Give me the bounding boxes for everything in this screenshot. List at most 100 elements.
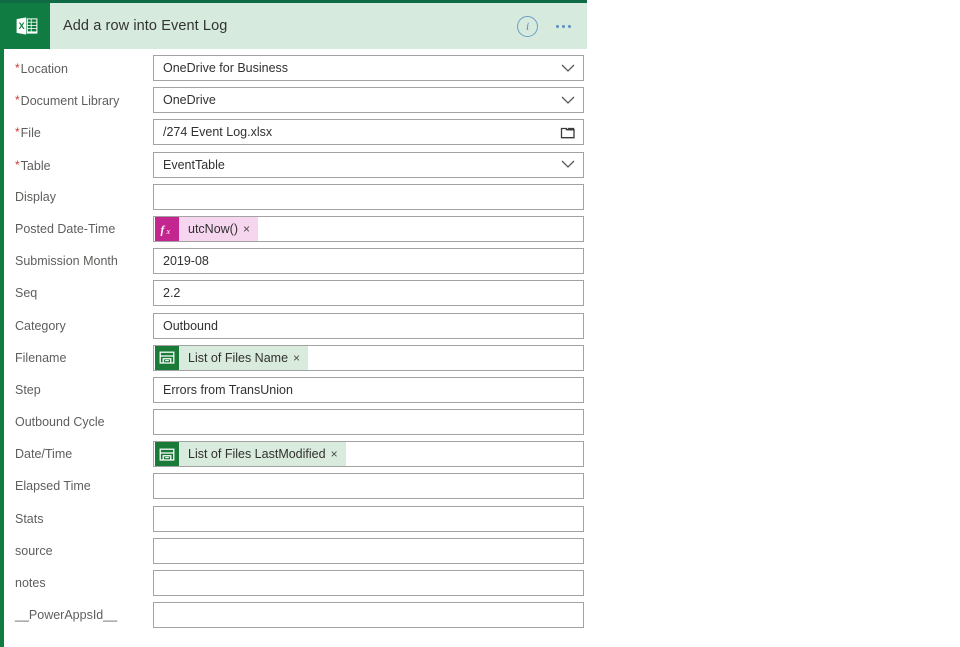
token-body: f x utcNow() ×	[155, 216, 259, 241]
field-label-text: Category	[15, 318, 66, 333]
svg-text:x: x	[166, 227, 171, 236]
token-filename[interactable]: List of Files Name ×	[155, 345, 309, 370]
form-row-powerappsid: __PowerAppsId__	[4, 602, 587, 634]
fx-icon: fx	[155, 216, 179, 241]
token-close-icon[interactable]: ×	[243, 217, 258, 241]
onedrive-file-icon	[155, 442, 179, 467]
field-label-text: source	[15, 543, 53, 558]
svg-text:f: f	[161, 224, 166, 236]
svg-text:X: X	[19, 21, 25, 31]
field-input-step[interactable]: Errors from TransUnion	[153, 376, 584, 403]
field-input-notes[interactable]	[153, 570, 584, 596]
field-input-powerappsid[interactable]	[153, 602, 584, 629]
field-label-location: *Location	[15, 55, 68, 81]
field-input-elapsed-time[interactable]	[153, 473, 584, 500]
field-input-source[interactable]	[153, 537, 584, 564]
form-row-stats: Stats	[4, 505, 587, 538]
info-icon[interactable]: i	[517, 15, 538, 37]
field-label-document-library: *Document Library	[15, 87, 119, 113]
folder-icon[interactable]	[553, 120, 583, 144]
field-label-text: Display	[15, 189, 56, 204]
field-label-step: Step	[15, 377, 41, 403]
token-label: List of Files Name	[188, 350, 289, 365]
required-asterisk: *	[15, 61, 20, 75]
field-label-category: Category	[15, 313, 66, 339]
token-date-time[interactable]: List of Files LastModified ×	[155, 442, 346, 467]
field-input-date-time[interactable]: List of Files LastModified ×	[153, 441, 584, 468]
field-input-document-library[interactable]: OneDrive	[153, 87, 584, 114]
token-body: List of Files LastModified ×	[155, 442, 346, 467]
field-label-text: notes	[15, 576, 46, 590]
token-posted-date-time[interactable]: f x utcNow() ×	[155, 216, 259, 241]
ellipsis-icon[interactable]	[554, 21, 573, 32]
field-input-display[interactable]	[153, 183, 584, 210]
field-input-posted-date-time[interactable]: f x utcNow() ×	[153, 215, 584, 242]
field-label-text: File	[20, 126, 41, 141]
chevron-down-icon[interactable]	[553, 88, 583, 112]
field-value-document-library: OneDrive	[163, 93, 216, 108]
required-asterisk: *	[15, 157, 20, 172]
token-body: List of Files Name ×	[155, 345, 309, 370]
field-label-text: __PowerAppsId__	[15, 608, 118, 623]
form-row-date-time: Date/Time List of Files LastModified ×	[4, 441, 587, 473]
token-close-icon[interactable]: ×	[293, 346, 308, 370]
form-row-location: *Location OneDrive for Business	[4, 55, 587, 87]
field-label-display: Display	[15, 184, 56, 210]
form-row-posted-date-time: Posted Date-Time f x utcNow() ×	[4, 215, 587, 248]
field-input-outbound-cycle[interactable]	[153, 409, 584, 436]
field-input-location[interactable]: OneDrive for Business	[153, 55, 584, 81]
field-input-category[interactable]: Outbound	[153, 312, 584, 339]
onedrive-file-icon	[155, 345, 179, 370]
field-label-text: Elapsed Time	[15, 479, 91, 494]
form-row-notes: notes	[4, 570, 587, 602]
chevron-down-icon[interactable]	[553, 56, 583, 80]
header-actions: i	[517, 15, 573, 37]
field-label-elapsed-time: Elapsed Time	[15, 473, 91, 499]
form-row-display: Display	[4, 183, 587, 216]
card-title: Add a row into Event Log	[63, 18, 228, 34]
field-label-seq: Seq	[15, 280, 37, 306]
field-input-submission-month[interactable]: 2019-08	[153, 248, 584, 275]
field-label-filename: Filename	[15, 345, 66, 371]
field-label-text: Document Library	[20, 94, 120, 109]
field-input-filename[interactable]: List of Files Name ×	[153, 344, 584, 371]
form-row-category: Category Outbound	[4, 312, 587, 345]
form-row-submission-month: Submission Month 2019-08	[4, 248, 587, 280]
field-label-outbound-cycle: Outbound Cycle	[15, 409, 105, 435]
field-label-text: Submission Month	[15, 254, 118, 269]
field-input-table[interactable]: EventTable	[153, 151, 584, 178]
required-asterisk: *	[15, 125, 20, 140]
field-label-source: source	[15, 538, 53, 564]
field-input-seq[interactable]: 2.2	[153, 280, 584, 307]
field-label-text: Seq	[15, 286, 38, 301]
token-label: utcNow()	[188, 221, 239, 236]
field-label-text: Location	[20, 62, 68, 76]
excel-icon: X	[4, 3, 50, 49]
field-label-stats: Stats	[15, 506, 44, 532]
field-label-notes: notes	[15, 570, 46, 596]
field-label-text: Posted Date-Time	[15, 221, 116, 236]
form-fields: *Location OneDrive for Business *Document …	[4, 55, 587, 634]
token-label: List of Files LastModified	[188, 447, 326, 462]
field-value-seq: 2.2	[163, 286, 181, 301]
field-label-submission-month: Submission Month	[15, 248, 118, 274]
field-input-stats[interactable]	[153, 505, 584, 532]
field-value-category: Outbound	[163, 318, 218, 333]
field-value-location: OneDrive for Business	[163, 61, 289, 75]
form-row-filename: Filename List of Files Name ×	[4, 344, 587, 377]
form-row-file: *File/274 Event Log.xlsx	[4, 119, 587, 151]
field-value-step: Errors from TransUnion	[163, 382, 293, 397]
field-value-file: /274 Event Log.xlsx	[163, 125, 273, 140]
field-label-text: Stats	[15, 511, 44, 526]
field-label-powerappsid: __PowerAppsId__	[15, 602, 117, 628]
field-value-submission-month: 2019-08	[163, 254, 209, 269]
token-close-icon[interactable]: ×	[331, 442, 346, 466]
field-value-table: EventTable	[163, 157, 225, 172]
form-row-outbound-cycle: Outbound Cycle	[4, 409, 587, 441]
field-label-date-time: Date/Time	[15, 441, 72, 467]
card-header[interactable]: X Add a row into Event Log i	[4, 3, 587, 49]
field-input-file[interactable]: /274 Event Log.xlsx	[153, 119, 584, 146]
chevron-down-icon[interactable]	[553, 153, 583, 177]
required-asterisk: *	[15, 93, 20, 108]
form-row-elapsed-time: Elapsed Time	[4, 473, 587, 505]
